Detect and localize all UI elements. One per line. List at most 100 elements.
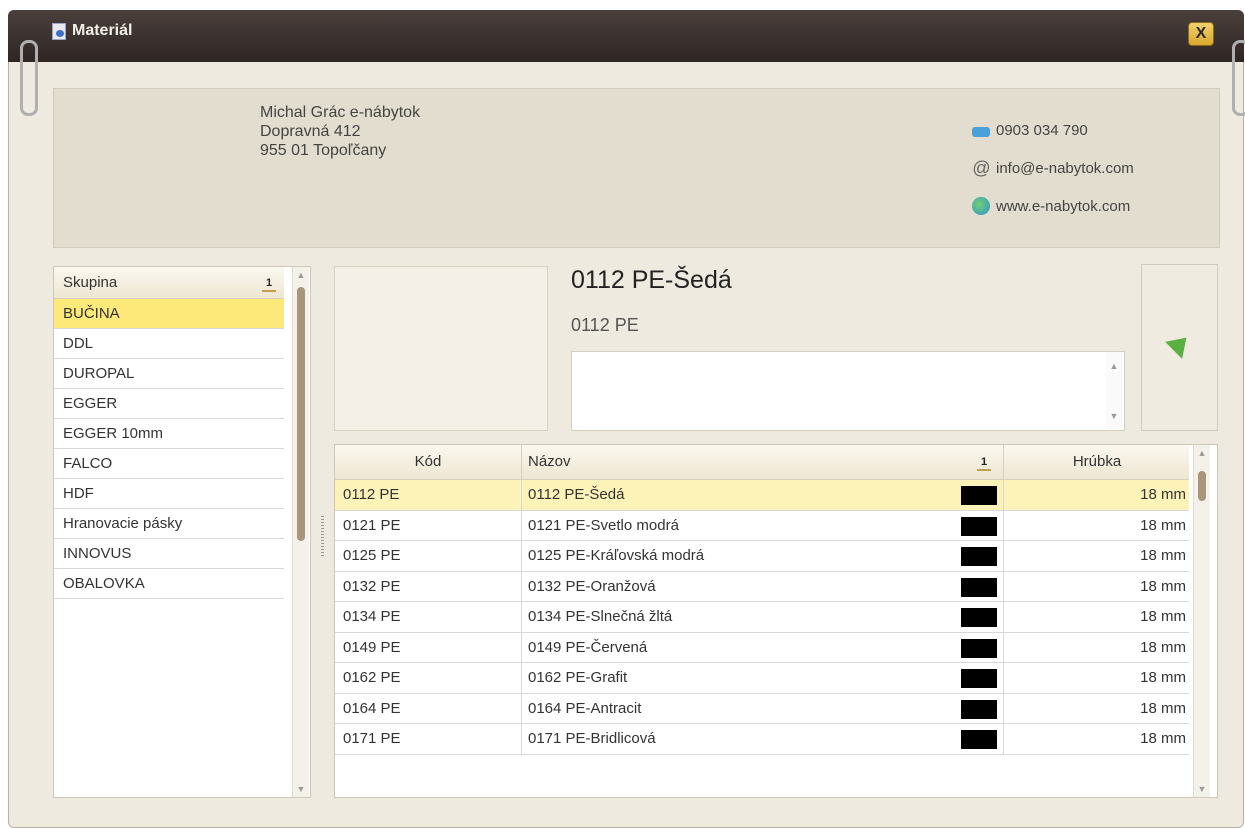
company-name: Michal Grác e-nábytok [260,104,421,121]
binder-ring-icon [1232,40,1245,116]
cell-code: 0171 PE [343,730,401,747]
cell-thickness: 18 mm [1003,571,1186,602]
color-swatch [961,516,997,536]
cell-thickness: 18 mm [1003,632,1186,663]
cell-name: 0162 PE-Grafit [521,663,957,693]
cell-thickness: 18 mm [1003,602,1186,632]
cell-name: 0171 PE-Bridlicová [521,724,957,754]
table-row[interactable]: 0112 PE 0112 PE-Šedá 18 mm [335,480,1189,511]
at-icon: @ [972,158,991,178]
group-list: BUČINA DDL DUROPAL EGGER EGGER 10mm FALCO HDF H… [54,299,284,599]
table-body: 0112 PE 0112 PE-Šedá 18 mm 0121 PE 0121 PE-S… [335,480,1189,755]
document-icon [52,23,66,40]
column-thickness[interactable]: Hrúbka [1003,445,1190,479]
cell-code: 0134 PE [343,608,401,625]
cell-code: 0121 PE [343,516,401,534]
group-item[interactable]: DUROPAL [54,359,284,389]
globe-icon [972,197,990,215]
group-item[interactable]: BUČINA [54,299,284,329]
column-name[interactable]: Názov 1 [521,445,1003,479]
group-header-label: Skupina [63,274,118,291]
cell-code: 0162 PE [343,669,401,686]
group-item[interactable]: HDF [54,479,284,509]
table-row[interactable]: 0171 PE 0171 PE-Bridlicová 18 mm [335,724,1189,755]
contact-email[interactable]: @ info@e-nabytok.com [972,149,1134,187]
contact-web[interactable]: www.e-nabytok.com [972,187,1134,225]
company-street: Dopravná 412 [260,123,361,140]
cell-code: 0149 PE [343,638,401,656]
cell-thickness: 18 mm [1003,541,1186,571]
description-field[interactable]: ▲ ▼ [571,351,1125,431]
title-bar: Materiál X [8,10,1244,62]
table-row[interactable]: 0134 PE 0134 PE-Slnečná žltá 18 mm [335,602,1189,633]
color-swatch [961,486,997,505]
contact-phone: 0903 034 790 [972,111,1134,149]
table-scrollbar[interactable]: ▲ ▼ [1193,445,1210,797]
splitter-handle[interactable] [321,516,324,558]
scroll-thumb[interactable] [1198,471,1206,501]
group-item[interactable]: DDL [54,329,284,359]
group-item[interactable]: INNOVUS [54,539,284,569]
cell-thickness: 18 mm [1003,663,1186,693]
scroll-down-icon[interactable]: ▼ [1194,781,1210,797]
group-column-header[interactable]: Skupina 1 [54,267,284,299]
cell-name: 0112 PE-Šedá [521,480,957,510]
cell-code: 0125 PE [343,547,401,564]
cell-thickness: 18 mm [1003,724,1186,754]
contact-info: 0903 034 790 @ info@e-nabytok.com www.e-… [972,111,1134,225]
column-name-label: Názov [528,453,571,470]
cell-thickness: 18 mm [1003,693,1186,724]
cell-code: 0112 PE [343,486,400,503]
column-code[interactable]: Kód [335,445,521,479]
group-scrollbar[interactable]: ▲ ▼ [292,267,309,797]
color-swatch [961,638,997,658]
material-code: 0112 PE [571,315,639,335]
scroll-up-icon[interactable]: ▲ [1194,445,1210,461]
group-list-panel: Skupina 1 BUČINA DDL DUROPAL EGGER EGGER 10m… [53,266,311,798]
sort-icon[interactable]: 1 [262,276,276,292]
cell-name: 0125 PE-Kráľovská modrá [521,541,957,571]
group-item[interactable]: EGGER [54,389,284,419]
web-text[interactable]: www.e-nabytok.com [996,198,1130,215]
table-row[interactable]: 0125 PE 0125 PE-Kráľovská modrá 18 mm [335,541,1189,572]
scroll-thumb[interactable] [297,287,305,541]
cell-name: 0149 PE-Červená [521,632,957,663]
table-row[interactable]: 0132 PE 0132 PE-Oranžová 18 mm [335,571,1189,602]
arrow-icon [1165,329,1195,359]
cell-name: 0164 PE-Antracit [521,693,957,724]
material-table: Kód Názov 1 Hrúbka 0112 PE 0112 PE-Šedá 18… [334,444,1218,798]
email-text[interactable]: info@e-nabytok.com [996,160,1134,177]
window-title: Materiál [72,22,133,39]
color-swatch [961,669,997,688]
close-button[interactable]: X [1188,22,1214,46]
cell-thickness: 18 mm [1003,510,1186,541]
binder-ring-icon [20,40,38,116]
scroll-up-icon[interactable]: ▲ [293,267,309,283]
table-row[interactable]: 0121 PE 0121 PE-Svetlo modrá 18 mm [335,510,1189,541]
group-item[interactable]: EGGER 10mm [54,419,284,449]
description-scrollbar[interactable]: ▲ ▼ [1106,352,1122,430]
cell-code: 0164 PE [343,699,401,717]
sort-icon[interactable]: 1 [977,455,991,471]
scroll-down-icon[interactable]: ▼ [1106,408,1122,424]
group-item[interactable]: OBALOVKA [54,569,284,599]
open-material-button[interactable] [1141,264,1218,431]
color-swatch [961,547,997,566]
scroll-up-icon[interactable]: ▲ [1106,358,1122,374]
cell-thickness: 18 mm [1003,480,1186,510]
table-row[interactable]: 0164 PE 0164 PE-Antracit 18 mm [335,693,1189,724]
phone-text: 0903 034 790 [996,121,1088,139]
material-image [334,266,548,431]
color-swatch [961,608,997,627]
cell-name: 0121 PE-Svetlo modrá [521,510,957,541]
color-swatch [961,577,997,597]
table-row[interactable]: 0162 PE 0162 PE-Grafit 18 mm [335,663,1189,694]
group-item[interactable]: Hranovacie pásky [54,509,284,539]
table-row[interactable]: 0149 PE 0149 PE-Červená 18 mm [335,632,1189,663]
phone-icon [972,127,990,137]
scroll-down-icon[interactable]: ▼ [293,781,309,797]
material-title: 0112 PE-Šedá [571,266,732,294]
cell-code: 0132 PE [343,577,401,595]
company-city: 955 01 Topoľčany [260,142,387,159]
group-item[interactable]: FALCO [54,449,284,479]
